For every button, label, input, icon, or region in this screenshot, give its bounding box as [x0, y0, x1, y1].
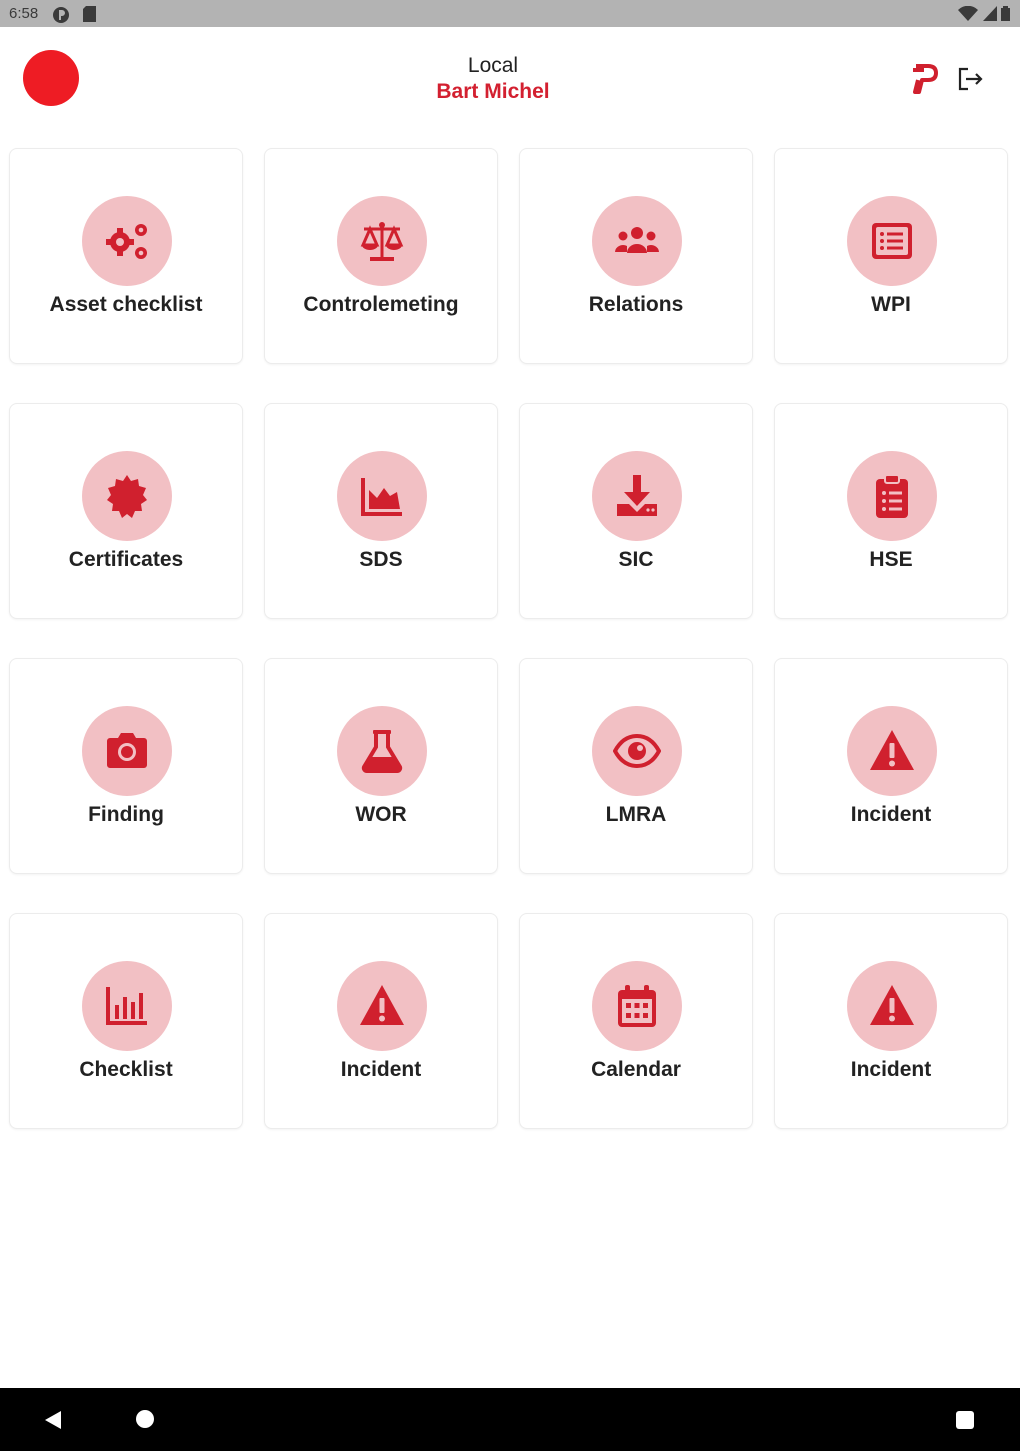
- app-header: Local Bart Michel: [0, 27, 1020, 127]
- tile-calendar[interactable]: Calendar: [519, 913, 753, 1129]
- tile-label: HSE: [869, 548, 913, 571]
- tile-finding[interactable]: Finding: [9, 658, 243, 874]
- tile-label: Finding: [88, 803, 164, 826]
- tile-relations[interactable]: Relations: [519, 148, 753, 364]
- tile-wpi[interactable]: WPI: [774, 148, 1008, 364]
- warning-icon: [870, 985, 914, 1025]
- download-icon: [617, 475, 657, 516]
- list-alt-icon: [872, 223, 912, 259]
- warning-icon: [870, 730, 914, 770]
- tile-asset-checklist[interactable]: Asset checklist: [9, 148, 243, 364]
- home-icon[interactable]: [136, 1410, 154, 1428]
- tile-incident[interactable]: Incident: [774, 913, 1008, 1129]
- app-notification-icon: [52, 6, 70, 29]
- status-bar: 6:58: [0, 0, 1020, 27]
- recent-apps-icon[interactable]: [956, 1411, 974, 1429]
- tile-hse[interactable]: HSE: [774, 403, 1008, 619]
- cell-signal-icon: [982, 6, 997, 21]
- tile-incident[interactable]: Incident: [774, 658, 1008, 874]
- tile-certificates[interactable]: Certificates: [9, 403, 243, 619]
- tile-label: Incident: [340, 1058, 422, 1081]
- tile-checklist[interactable]: Checklist: [9, 913, 243, 1129]
- tile-label: WOR: [355, 803, 407, 826]
- tile-label: SDS: [359, 548, 403, 571]
- tile-label: Certificates: [68, 548, 184, 571]
- area-chart-icon: [361, 478, 402, 516]
- tile-lmra[interactable]: LMRA: [519, 658, 753, 874]
- tile-sds[interactable]: SDS: [264, 403, 498, 619]
- tile-label: SIC: [618, 548, 654, 571]
- tile-label: Incident: [850, 803, 932, 826]
- tile-label: Controlemeting: [303, 293, 459, 316]
- tile-incident[interactable]: Incident: [264, 913, 498, 1129]
- environment-label: Local: [467, 54, 519, 77]
- flask-icon: [361, 730, 403, 773]
- system-nav-bar: [0, 1388, 1020, 1451]
- logout-icon[interactable]: [956, 66, 984, 92]
- battery-icon: [1001, 6, 1010, 21]
- brand-logo-icon: [913, 64, 938, 94]
- sd-card-icon: [83, 6, 96, 27]
- status-time: 6:58: [9, 5, 39, 22]
- cogs-icon: [106, 224, 147, 259]
- tile-wor[interactable]: WOR: [264, 658, 498, 874]
- back-icon[interactable]: [44, 1410, 62, 1430]
- tile-label: Calendar: [591, 1058, 681, 1081]
- tile-label: WPI: [871, 293, 911, 316]
- tile-label: LMRA: [605, 803, 667, 826]
- tile-label: Asset checklist: [49, 293, 203, 316]
- tile-label: Relations: [588, 293, 684, 316]
- users-icon: [615, 227, 659, 253]
- tile-label: Checklist: [79, 1058, 173, 1081]
- balance-scale-icon: [360, 222, 404, 261]
- certificate-icon: [107, 475, 147, 518]
- camera-icon: [107, 733, 147, 768]
- bar-chart-icon: [106, 987, 147, 1025]
- tile-controlemeting[interactable]: Controlemeting: [264, 148, 498, 364]
- tile-sic[interactable]: SIC: [519, 403, 753, 619]
- warning-icon: [360, 985, 404, 1025]
- user-name: Bart Michel: [436, 80, 550, 103]
- clipboard-list-icon: [876, 474, 908, 518]
- user-info: Local Bart Michel: [393, 53, 593, 105]
- avatar[interactable]: [23, 50, 79, 106]
- eye-icon: [613, 733, 661, 769]
- wifi-icon: [958, 5, 979, 21]
- tile-label: Incident: [850, 1058, 932, 1081]
- calendar-icon: [618, 985, 656, 1027]
